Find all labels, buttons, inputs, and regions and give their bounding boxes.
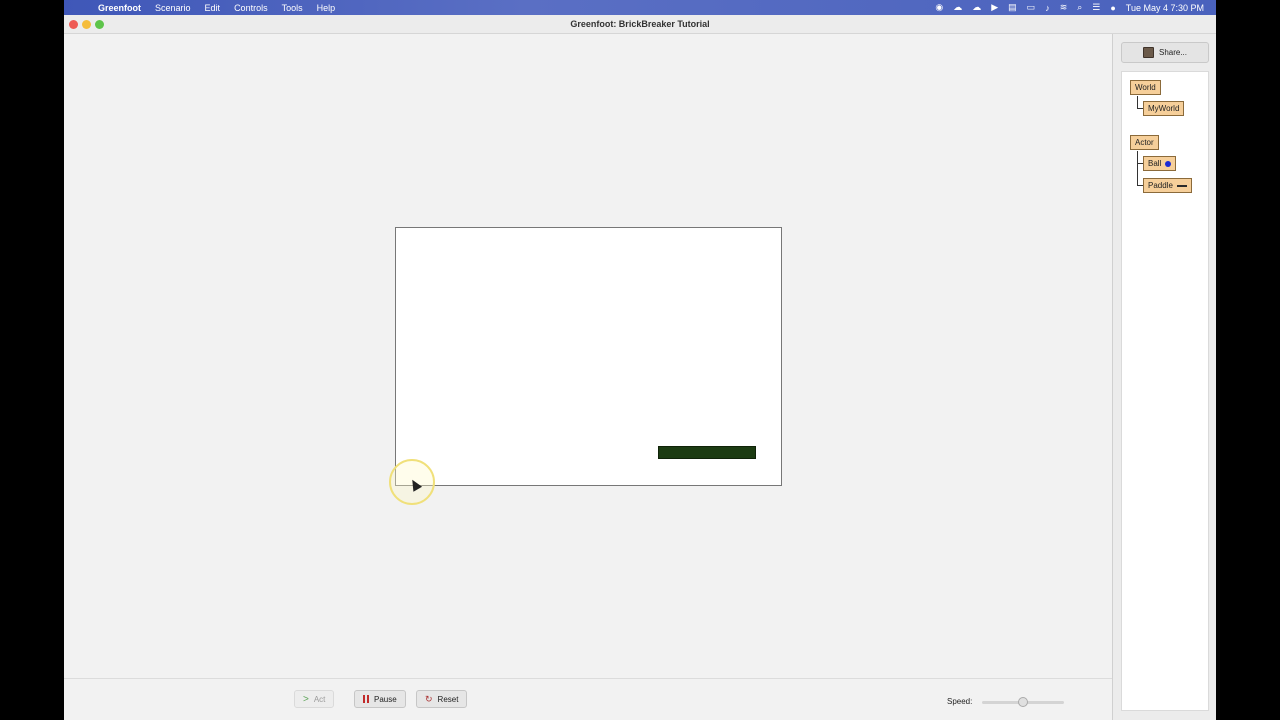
class-actor[interactable]: Actor — [1130, 135, 1159, 150]
control-bar: > Act Pause ↻ Reset Speed: — [64, 678, 1112, 720]
battery-icon[interactable]: ▭ — [1027, 2, 1036, 13]
class-world[interactable]: World — [1130, 80, 1161, 95]
menu-app-greenfoot[interactable]: Greenfoot — [98, 3, 141, 13]
menu-edit[interactable]: Edit — [205, 3, 221, 13]
cloud-icon[interactable]: ☁ — [972, 2, 981, 13]
reset-icon: ↻ — [425, 693, 433, 704]
record-icon[interactable]: ◉ — [935, 2, 943, 13]
paddle-icon — [1176, 184, 1187, 187]
display-icon[interactable]: ▤ — [1008, 2, 1017, 13]
inherit-line — [1137, 151, 1138, 185]
speed-slider[interactable] — [982, 697, 1064, 707]
control-center-icon[interactable]: ☰ — [1092, 2, 1100, 13]
menu-help[interactable]: Help — [317, 3, 336, 13]
paddle-actor[interactable] — [658, 446, 756, 459]
act-icon: > — [303, 693, 309, 705]
play-icon[interactable]: ▶ — [991, 2, 998, 13]
menu-controls[interactable]: Controls — [234, 3, 268, 13]
class-diagram: World MyWorld Actor Ball Paddle — [1121, 71, 1209, 711]
act-button[interactable]: > Act — [294, 690, 335, 708]
menu-scenario[interactable]: Scenario — [155, 3, 191, 13]
speed-label: Speed: — [947, 697, 973, 706]
share-picture-icon — [1142, 47, 1154, 58]
pause-icon — [363, 695, 369, 703]
window-title: Greenfoot: BrickBreaker Tutorial — [570, 19, 710, 29]
menu-bar: Greenfoot Scenario Edit Controls Tools H… — [64, 0, 1216, 15]
world-canvas[interactable] — [395, 227, 782, 486]
greenfoot-window: Greenfoot: BrickBreaker Tutorial Share..… — [64, 15, 1216, 720]
reset-button[interactable]: ↻ Reset — [416, 690, 468, 708]
share-button[interactable]: Share... — [1121, 42, 1209, 63]
pause-button[interactable]: Pause — [354, 690, 406, 708]
class-myworld[interactable]: MyWorld — [1143, 101, 1185, 116]
class-panel: Share... World MyWorld Actor Ball Paddle — [1112, 34, 1216, 720]
class-ball[interactable]: Ball — [1143, 156, 1177, 171]
wifi-icon[interactable]: ≋ — [1060, 2, 1068, 13]
title-bar: Greenfoot: BrickBreaker Tutorial — [64, 15, 1216, 34]
menu-clock[interactable]: Tue May 4 7:30 PM — [1126, 3, 1204, 13]
menu-tools[interactable]: Tools — [282, 3, 303, 13]
volume-icon[interactable]: ♪ — [1045, 3, 1050, 13]
ball-icon — [1165, 160, 1172, 167]
share-label: Share... — [1158, 48, 1187, 57]
cloud-sync-icon[interactable]: ☁ — [953, 2, 962, 13]
status-area: ◉ ☁ ☁ ▶ ▤ ▭ ♪ ≋ ⌕ ☰ ● Tue May 4 7:30 PM — [935, 2, 1216, 13]
speed-slider-thumb[interactable] — [1018, 697, 1028, 707]
search-icon[interactable]: ⌕ — [1077, 2, 1082, 13]
siri-icon[interactable]: ● — [1110, 3, 1115, 13]
inherit-line — [1137, 96, 1138, 108]
class-paddle[interactable]: Paddle — [1143, 178, 1192, 193]
